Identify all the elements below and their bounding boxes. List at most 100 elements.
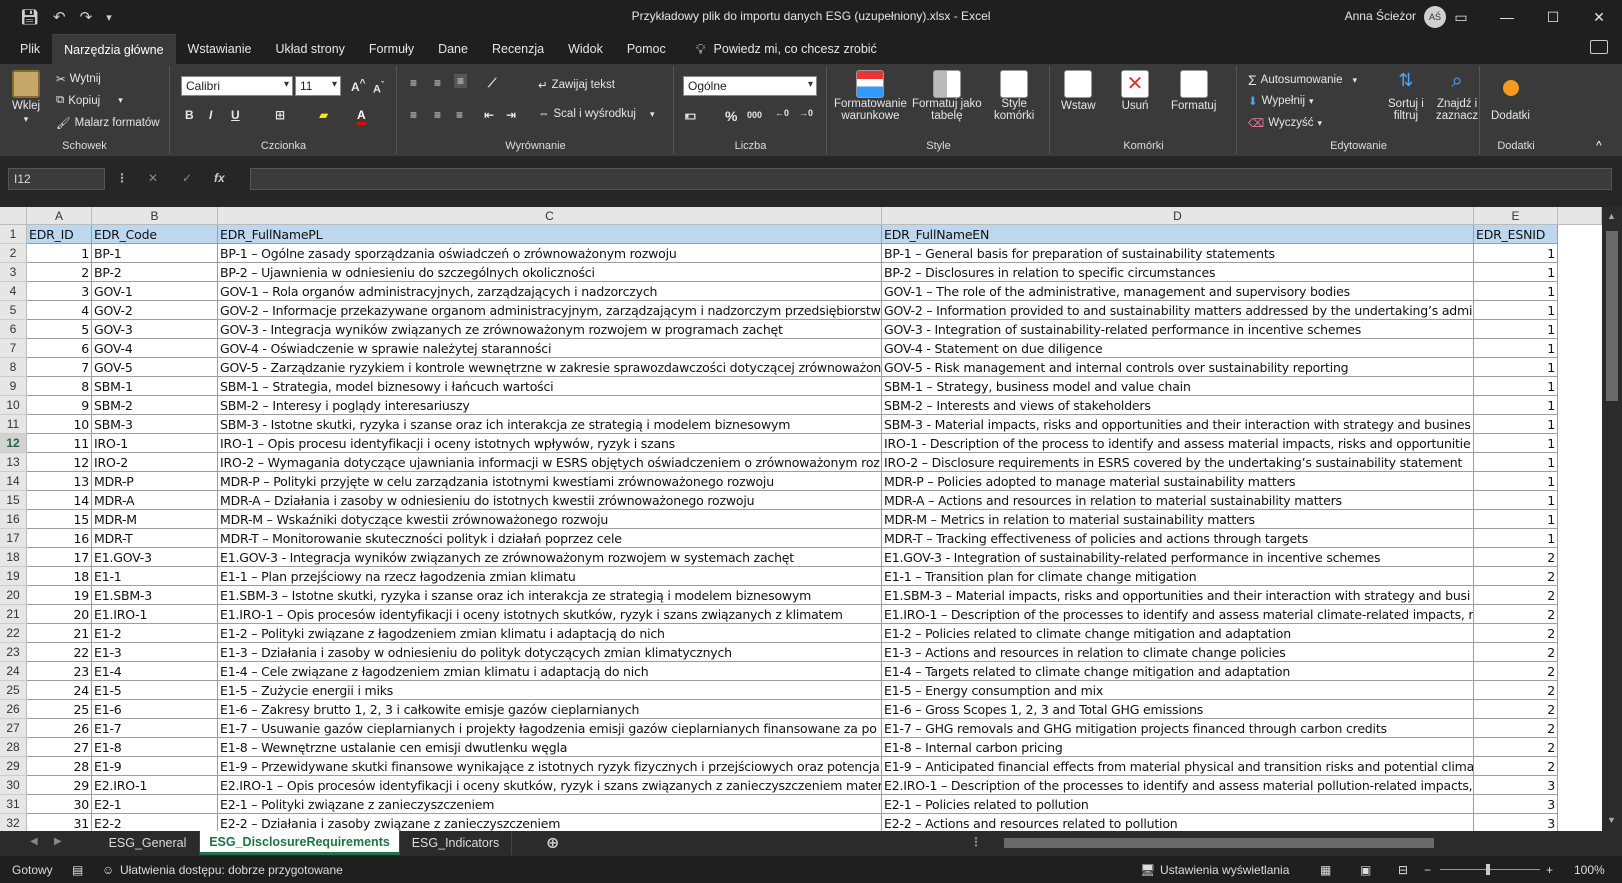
align-middle-icon[interactable]: ≡	[434, 76, 441, 90]
align-right-icon[interactable]: ≡	[456, 108, 463, 122]
row-header[interactable]: 21	[0, 605, 27, 624]
table-cell[interactable]: 2	[1474, 548, 1558, 567]
table-cell[interactable]: E1.GOV-3 - Integracja wyników związanych…	[218, 548, 882, 567]
table-cell[interactable]: 1	[1474, 263, 1558, 282]
row-header[interactable]: 28	[0, 738, 27, 757]
table-cell[interactable]: 1	[1474, 491, 1558, 510]
table-cell[interactable]: 25	[27, 700, 92, 719]
table-cell[interactable]: E1-3 – Działania i zasoby w odniesieniu …	[218, 643, 882, 662]
table-cell[interactable]: E1-9	[92, 757, 218, 776]
tell-me-box[interactable]: 💡︎ Powiedz mi, co chcesz zrobić	[678, 34, 877, 64]
delete-cells-button[interactable]: ✕ Usuń	[1121, 70, 1149, 112]
table-cell[interactable]: E2-1 – Policies related to pollution	[882, 795, 1474, 814]
spreadsheet-grid[interactable]: A B C D E 1 EDR_ID EDR_Code EDR_FullNamePL EDR_Fu…	[0, 207, 1602, 831]
align-left-icon[interactable]: ≡	[410, 108, 417, 122]
increase-font-icon[interactable]: A^	[351, 78, 366, 94]
sheet-tab-esg-indicators[interactable]: ESG_Indicators	[400, 831, 512, 855]
table-cell[interactable]: E2.IRO-1	[92, 776, 218, 795]
table-cell[interactable]: GOV-2	[92, 301, 218, 320]
table-cell[interactable]: BP-2 – Disclosures in relation to specif…	[882, 263, 1474, 282]
table-cell[interactable]: 24	[27, 681, 92, 700]
macro-icon[interactable]: ▤	[72, 863, 83, 877]
row-header[interactable]: 2	[0, 244, 27, 263]
horizontal-scrollbar[interactable]	[994, 836, 1596, 850]
wrap-text-button[interactable]: ↵ Zawijaj tekst	[538, 78, 615, 92]
table-cell[interactable]: MDR-P	[92, 472, 218, 491]
table-cell[interactable]: 26	[27, 719, 92, 738]
row-header[interactable]: 29	[0, 757, 27, 776]
table-cell[interactable]: 6	[27, 339, 92, 358]
table-cell[interactable]: IRO-1 - Description of the process to id…	[882, 434, 1474, 453]
insert-function-icon[interactable]: fx	[214, 171, 225, 185]
row-header[interactable]: 25	[0, 681, 27, 700]
row-header[interactable]: 22	[0, 624, 27, 643]
table-cell[interactable]: GOV-3 - Integration of sustainability-re…	[882, 320, 1474, 339]
tab-formulas[interactable]: Formuły	[357, 34, 426, 64]
percent-icon[interactable]: %	[725, 108, 737, 124]
save-icon[interactable]: 💾︎	[20, 8, 39, 26]
table-cell[interactable]: GOV-1	[92, 282, 218, 301]
table-cell[interactable]: E1.SBM-3 – Material impacts, risks and o…	[882, 586, 1474, 605]
table-cell[interactable]: GOV-2 – Information provided to and sust…	[882, 301, 1474, 320]
table-cell[interactable]: 29	[27, 776, 92, 795]
paste-button[interactable]: Wklej ▾	[12, 70, 40, 125]
table-cell[interactable]: 2	[1474, 757, 1558, 776]
table-cell[interactable]: 19	[27, 586, 92, 605]
table-cell[interactable]: IRO-1	[92, 434, 218, 453]
table-cell[interactable]: SBM-1 – Strategia, model biznesowy i łań…	[218, 377, 882, 396]
scroll-down-icon[interactable]: ▼	[1607, 815, 1616, 825]
tab-page-layout[interactable]: Układ strony	[263, 34, 356, 64]
maximize-icon[interactable]: ☐	[1530, 0, 1576, 34]
tab-review[interactable]: Recenzja	[480, 34, 556, 64]
table-cell[interactable]: E1-2 – Policies related to climate chang…	[882, 624, 1474, 643]
find-select-button[interactable]: ⌕ Znajdź i zaznacz	[1436, 70, 1478, 122]
row-header[interactable]: 23	[0, 643, 27, 662]
table-cell[interactable]: BP-2	[92, 263, 218, 282]
table-cell[interactable]: E1-1 – Transition plan for climate chang…	[882, 567, 1474, 586]
cell-styles-button[interactable]: Style komórki	[994, 70, 1034, 122]
formula-input[interactable]	[250, 168, 1612, 190]
table-cell[interactable]: BP-1 – General basis for preparation of …	[882, 244, 1474, 263]
table-cell[interactable]: E2.IRO-1 – Opis procesów identyfikacji i…	[218, 776, 882, 795]
page-break-view-icon[interactable]: ⊟	[1398, 863, 1408, 877]
tab-view[interactable]: Widok	[556, 34, 615, 64]
enter-icon[interactable]: ✓	[182, 171, 192, 185]
add-sheet-icon[interactable]: ⊕	[546, 833, 559, 853]
customize-qa-icon[interactable]: ▾	[106, 11, 112, 24]
table-cell[interactable]: 20	[27, 605, 92, 624]
undo-icon[interactable]: ↶	[53, 8, 66, 26]
table-cell[interactable]: E1-9 – Przewidywane skutki finansowe wyn…	[218, 757, 882, 776]
row-header[interactable]: 4	[0, 282, 27, 301]
table-cell[interactable]: 7	[27, 358, 92, 377]
horizontal-scroll-thumb[interactable]	[1004, 838, 1434, 848]
table-cell[interactable]: E1-4 – Targets related to climate change…	[882, 662, 1474, 681]
accessibility-icon[interactable]: ☺	[102, 863, 114, 877]
zoom-slider-thumb[interactable]	[1486, 864, 1490, 875]
tab-file[interactable]: Plik	[8, 34, 52, 64]
autosum-button[interactable]: Σ Autosumowanie ▾	[1248, 72, 1357, 88]
table-cell[interactable]: E2-2 – Działania i zasoby związane z zan…	[218, 814, 882, 831]
table-cell[interactable]: MDR-A	[92, 491, 218, 510]
table-cell[interactable]: MDR-M – Metrics in relation to material …	[882, 510, 1474, 529]
table-cell[interactable]: SBM-2 – Interests and views of stakehold…	[882, 396, 1474, 415]
table-cell[interactable]: 31	[27, 814, 92, 831]
table-cell[interactable]: E1-4	[92, 662, 218, 681]
table-cell[interactable]: E1.GOV-3 - Integration of sustainability…	[882, 548, 1474, 567]
copy-button[interactable]: ⧉ Kopiuj ▾	[56, 94, 123, 107]
table-cell[interactable]: 16	[27, 529, 92, 548]
decrease-decimal-icon[interactable]: →0	[799, 108, 813, 118]
header-cell[interactable]: EDR_ESNID	[1474, 225, 1558, 244]
table-cell[interactable]: SBM-3 - Material impacts, risks and oppo…	[882, 415, 1474, 434]
zoom-in-icon[interactable]: +	[1546, 863, 1553, 877]
clear-button[interactable]: ⌫ Wyczyść ▾	[1248, 116, 1322, 130]
row-header[interactable]: 3	[0, 263, 27, 282]
bold-icon[interactable]: B	[185, 108, 194, 122]
accessibility-status[interactable]: Ułatwienia dostępu: dobrze przygotowane	[120, 863, 343, 877]
table-cell[interactable]: GOV-3	[92, 320, 218, 339]
tab-home[interactable]: Narzędzia główne	[52, 34, 176, 64]
table-cell[interactable]: E1-8 – Wewnętrzne ustalanie cen emisji d…	[218, 738, 882, 757]
table-cell[interactable]: MDR-T – Tracking effectiveness of polici…	[882, 529, 1474, 548]
scroll-up-icon[interactable]: ▲	[1607, 211, 1616, 221]
table-cell[interactable]: 2	[1474, 738, 1558, 757]
table-cell[interactable]: E2-2	[92, 814, 218, 831]
